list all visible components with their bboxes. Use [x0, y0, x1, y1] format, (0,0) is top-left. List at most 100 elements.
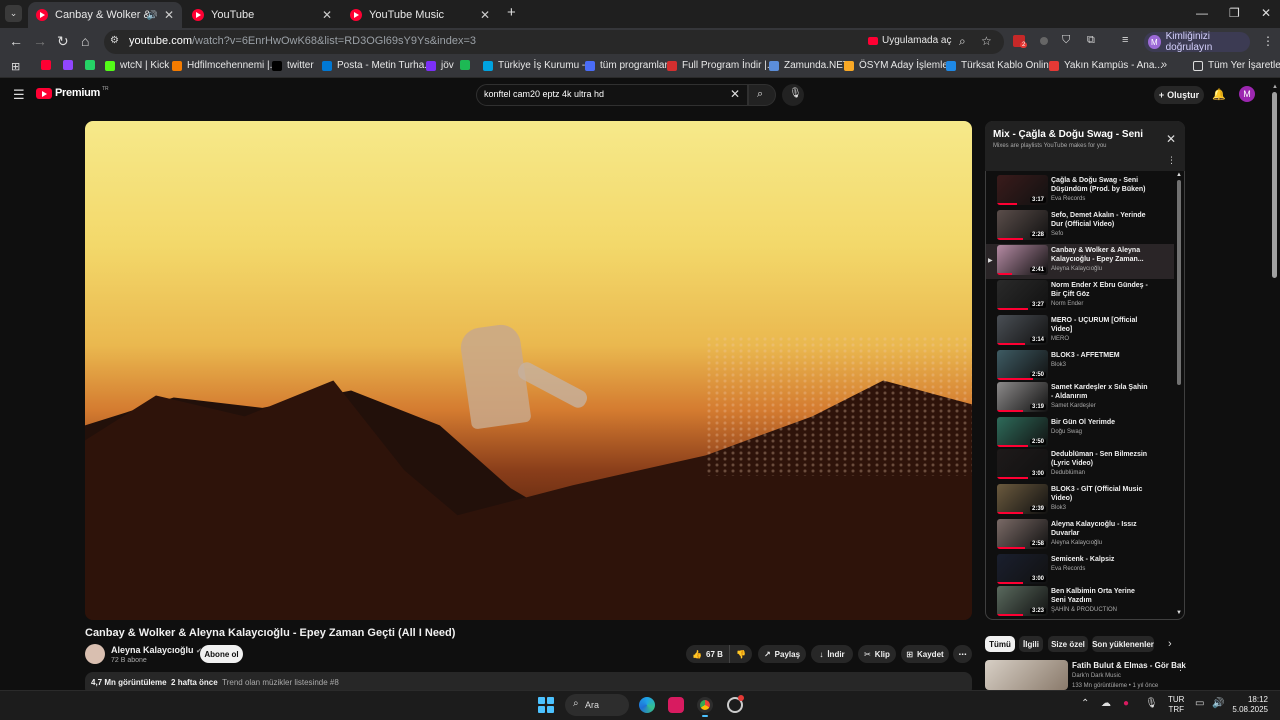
subscribe-button[interactable]: Abone ol	[200, 645, 243, 663]
bookmark-item[interactable]: twitter	[272, 60, 314, 71]
playlist-item[interactable]: 3:19 Samet Kardeşler x Sıla Şahin - Aldan…	[986, 381, 1174, 416]
close-tab-icon[interactable]: ✕	[480, 8, 490, 22]
close-tab-icon[interactable]: ✕	[164, 8, 174, 22]
playlist-item-current[interactable]: ▶ 2:41 Canbay & Wolker & Aleyna Kalaycıoğl…	[986, 244, 1174, 279]
create-button[interactable]: + Oluştur	[1154, 86, 1204, 104]
playlist-item[interactable]: 2:39 BLOK3 - GİT (Official Music Video) Bl…	[986, 483, 1174, 518]
dislike-button[interactable]: 👎	[729, 645, 752, 663]
save-button[interactable]: ⊞ Kaydet	[901, 645, 949, 663]
tray-app-icon[interactable]: ●	[1123, 698, 1129, 709]
playlist-thumbnail[interactable]: 2:50	[997, 350, 1048, 380]
playlist-item[interactable]: 3:00 Dedublüman - Sen Bilmezsin (Lyric Vi…	[986, 448, 1174, 483]
zoom-search-icon[interactable]: ⌕	[959, 34, 966, 49]
tab-youtube-music[interactable]: YouTube Music ✕	[342, 2, 498, 28]
clip-button[interactable]: ✂ Klip	[858, 645, 896, 663]
playlist-thumbnail[interactable]: 3:27	[997, 280, 1048, 310]
tray-mic-icon[interactable]: 🎙	[1145, 698, 1158, 709]
playlist-item[interactable]: 3:14 MERO - UÇURUM [Official Video] MERO	[986, 314, 1174, 349]
hamburger-menu-icon[interactable]: ☰	[13, 87, 25, 103]
tab-list-dropdown[interactable]: ⌄	[5, 5, 22, 22]
taskbar-search[interactable]: ⌕ Ara	[565, 694, 629, 716]
open-in-app-button[interactable]: Uygulamada aç	[868, 35, 951, 46]
windows-start-icon[interactable]	[538, 697, 554, 713]
bookmark-item[interactable]	[41, 60, 56, 70]
forward-arrow-icon[interactable]: →	[33, 33, 47, 49]
chrome-icon[interactable]	[697, 697, 713, 713]
volume-icon[interactable]: 🔊	[1212, 698, 1224, 709]
bookmark-item[interactable]: tüm programlar	[585, 60, 668, 71]
reload-icon[interactable]: ↻	[57, 33, 69, 50]
youtube-account-avatar[interactable]: M	[1239, 86, 1255, 102]
close-tab-icon[interactable]: ✕	[322, 8, 332, 22]
bookmark-item[interactable]: wtcN | Kick	[105, 60, 169, 71]
close-window-icon[interactable]: ✕	[1261, 6, 1271, 20]
tab-youtube[interactable]: YouTube ✕	[184, 2, 340, 28]
bookmark-item[interactable]: Türksat Kablo Onlin...	[946, 60, 1057, 71]
playlist-item[interactable]: 3:27 Norm Ender X Ebru Gündeş - Bir Çift …	[986, 279, 1174, 314]
tab-current[interactable]: Canbay & Wolker & Aleyna 🔊 ✕	[28, 2, 182, 28]
bookmarks-overflow-icon[interactable]: »	[1161, 59, 1167, 71]
bookmark-item[interactable]: jöv	[426, 60, 454, 71]
playlist-thumbnail[interactable]: 3:14	[997, 315, 1048, 345]
extension-gray-icon[interactable]	[1040, 37, 1048, 45]
bookmark-item[interactable]: ÖSYM Aday İşlemle...	[844, 60, 956, 71]
notifications-bell-icon[interactable]: 🔔	[1212, 88, 1226, 101]
browser-menu-icon[interactable]: ⋮	[1262, 34, 1274, 48]
playlist-scroll-down-icon[interactable]: ▼	[1176, 610, 1182, 616]
all-bookmarks-folder[interactable]: Tüm Yer İşaretleri	[1193, 60, 1280, 71]
recommendation-title[interactable]: Fatih Bulut & Elmas - Gör Bak	[1072, 661, 1186, 670]
apps-grid-icon[interactable]: ⊞	[11, 60, 20, 73]
filter-chip[interactable]: Tümü	[985, 636, 1015, 652]
chevron-right-icon[interactable]: ›	[1168, 638, 1172, 650]
playlist-thumbnail[interactable]: 2:58	[997, 519, 1048, 549]
bookmark-item[interactable]	[63, 60, 78, 70]
video-player[interactable]	[85, 121, 972, 620]
music-app-icon[interactable]	[668, 697, 684, 713]
playlist-scroll-up-icon[interactable]: ▲	[1176, 172, 1182, 178]
playlist-thumbnail[interactable]: 3:00	[997, 554, 1048, 584]
playlist-thumbnail[interactable]: 2:28	[997, 210, 1048, 240]
playlist-thumbnail[interactable]: 3:23	[997, 586, 1048, 616]
channel-avatar[interactable]	[85, 644, 105, 664]
like-button[interactable]: 👍 67 B	[686, 645, 729, 663]
bookmark-item[interactable]: Full Program İndir |...	[667, 60, 775, 71]
trend-label[interactable]: Trend olan müzikler listesinde #8	[222, 678, 339, 687]
filter-chip[interactable]: Size özel	[1048, 636, 1088, 652]
recommendation-more-icon[interactable]: ⋮	[1176, 662, 1185, 673]
profile-verify-chip[interactable]: M Kimliğinizi doğrulayın	[1144, 31, 1250, 53]
playlist-item[interactable]: 2:50 BLOK3 - AFFETMEM Blok3	[986, 349, 1174, 384]
more-actions-button[interactable]: ⋯	[953, 645, 972, 663]
playlist-item[interactable]: 3:17 Çağla & Doğu Swag - Seni Düşündüm (P…	[986, 174, 1174, 209]
playlist-item[interactable]: 3:00 Semicenk - Kalpsiz Eva Records	[986, 553, 1174, 588]
search-input[interactable]	[484, 89, 714, 99]
playlist-title[interactable]: Mix - Çağla & Doğu Swag - Seni...	[993, 129, 1143, 140]
back-arrow-icon[interactable]: ←	[9, 33, 23, 49]
playlist-thumbnail[interactable]: 2:39	[997, 484, 1048, 514]
bookmark-item[interactable]: Posta - Metin Turha...	[322, 60, 433, 71]
edge-icon[interactable]	[639, 697, 655, 713]
bookmark-item[interactable]	[460, 60, 475, 70]
bookmark-item[interactable]: Yakın Kampüs - Ana...	[1049, 60, 1163, 71]
playlist-thumbnail[interactable]: 3:17	[997, 175, 1048, 205]
playlist-item[interactable]: 2:50 Bir Gün Ol Yerimde Doğu Swag	[986, 416, 1174, 451]
speaker-icon[interactable]: 🔊	[147, 10, 158, 21]
display-icon[interactable]: ▭	[1195, 698, 1204, 709]
voice-search-button[interactable]: 🎙	[782, 84, 804, 106]
playlist-scrollbar[interactable]	[1177, 180, 1181, 385]
minimize-icon[interactable]: —	[1196, 6, 1208, 20]
clear-search-icon[interactable]: ✕	[730, 87, 740, 101]
recommendation-thumbnail[interactable]	[985, 660, 1068, 690]
close-playlist-icon[interactable]: ✕	[1166, 132, 1176, 146]
playlist-thumbnail[interactable]: 3:00	[997, 449, 1048, 479]
system-clock[interactable]: 18:12 5.08.2025	[1230, 695, 1268, 715]
home-icon[interactable]: ⌂	[81, 33, 89, 49]
input-language[interactable]: TUR TRF	[1168, 695, 1184, 715]
site-info-icon[interactable]: ⚙	[110, 35, 119, 46]
playlist-thumbnail[interactable]: 2:41	[997, 245, 1048, 275]
playlist-item[interactable]: 3:23 Ben Kalbimin Orta Yerine Seni Yazdım…	[986, 585, 1174, 620]
bookmark-star-icon[interactable]: ☆	[981, 34, 992, 48]
restore-icon[interactable]: ❐	[1229, 6, 1240, 20]
share-button[interactable]: ↗ Paylaş	[758, 645, 806, 663]
playlist-more-icon[interactable]: ⋮	[1167, 155, 1176, 166]
bookmark-item[interactable]: Türkiye İş Kurumu -...	[483, 60, 594, 71]
